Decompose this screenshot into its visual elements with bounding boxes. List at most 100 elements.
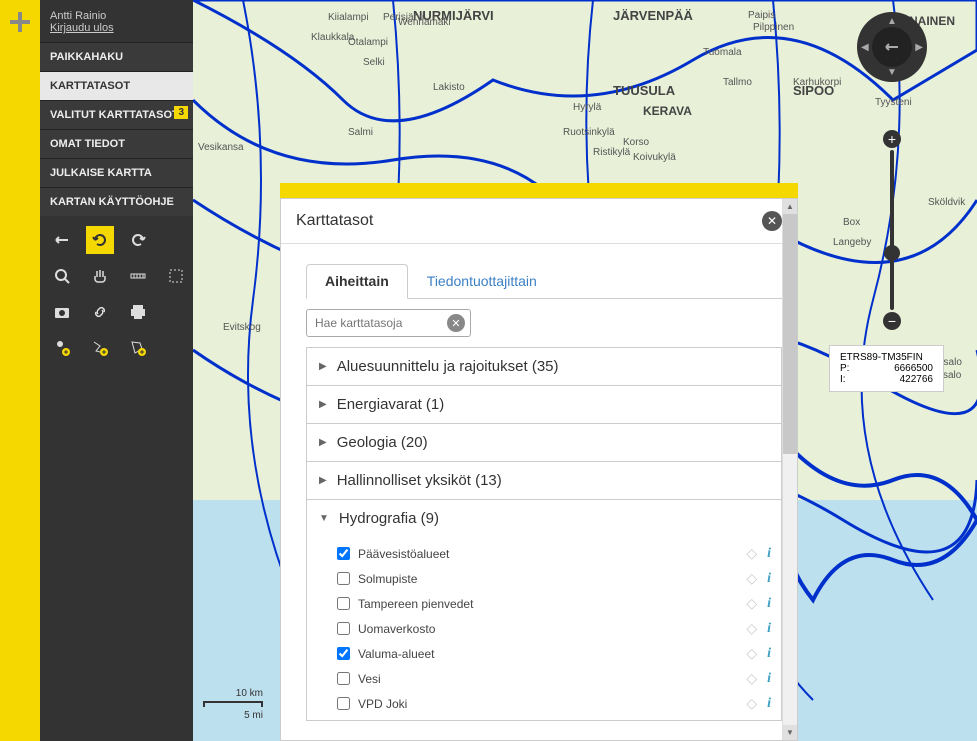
layer-label: VPD Joki (358, 697, 746, 711)
menu-ohje[interactable]: KARTAN KÄYTTÖOHJE (40, 187, 193, 216)
tool-zoom-box[interactable] (48, 262, 76, 290)
scroll-down[interactable]: ▼ (783, 725, 797, 740)
info-icon[interactable]: i (767, 596, 771, 612)
tool-grid (40, 216, 193, 372)
zoom-in-button[interactable]: + (883, 130, 901, 148)
visibility-icon[interactable]: ◇ (746, 620, 757, 637)
svg-text:Tuomala: Tuomala (703, 47, 742, 58)
layer-checkbox[interactable] (337, 622, 350, 635)
svg-text:Vesikansa: Vesikansa (198, 142, 244, 153)
chevron-right-icon: ▶ (319, 361, 327, 372)
visibility-icon[interactable]: ◇ (746, 595, 757, 612)
info-icon[interactable]: i (767, 546, 771, 562)
layer-label: Vesi (358, 672, 746, 686)
menu-valitut-label: VALITUT KARTTATASOT (50, 109, 179, 121)
chevron-right-icon: ▶ (319, 437, 327, 448)
category-label: Aluesuunnittelu ja rajoitukset (35) (337, 358, 559, 375)
svg-text:Langeby: Langeby (833, 237, 871, 248)
layer-label: Uomaverkosto (358, 622, 746, 636)
category-header[interactable]: ▶Hallinnolliset yksiköt (13) (307, 462, 781, 499)
visibility-icon[interactable]: ◇ (746, 645, 757, 662)
dialog-tabs: Aiheittain Tiedontuottajittain (306, 264, 782, 299)
pan-up[interactable]: ▲ (887, 16, 897, 27)
svg-text:Klaukkala: Klaukkala (311, 32, 355, 43)
user-info: Antti Rainio Kirjaudu ulos (40, 0, 193, 42)
category-header[interactable]: ▶ Aluesuunnittelu ja rajoitukset (35) (307, 348, 781, 385)
menu-paikkahaku[interactable]: PAIKKAHAKU (40, 42, 193, 71)
category-label: Hallinnolliset yksiköt (13) (337, 472, 502, 489)
pan-right[interactable]: ▶ (915, 42, 923, 53)
layer-checkbox[interactable] (337, 697, 350, 710)
layer-checkbox[interactable] (337, 672, 350, 685)
tool-print[interactable] (124, 298, 152, 326)
tool-add-area[interactable] (124, 334, 152, 362)
layers-dialog: Karttatasot ✕ Aiheittain Tiedontuottajit… (280, 198, 798, 741)
menu-karttatasot[interactable]: KARTTATASOT (40, 71, 193, 100)
tool-measure[interactable] (124, 262, 152, 290)
layer-checkbox[interactable] (337, 597, 350, 610)
svg-text:Paipis: Paipis (748, 10, 775, 21)
pan-left[interactable]: ◀ (861, 42, 869, 53)
svg-text:Koivukylä: Koivukylä (633, 152, 676, 163)
info-icon[interactable]: i (767, 571, 771, 587)
menu-omat[interactable]: OMAT TIEDOT (40, 129, 193, 158)
tab-provider[interactable]: Tiedontuottajittain (408, 264, 556, 298)
dialog-title: Karttatasot (296, 212, 373, 230)
app-logo-icon (10, 12, 30, 32)
clear-search-icon[interactable]: ✕ (447, 314, 465, 332)
tool-pan[interactable] (86, 262, 114, 290)
tool-link[interactable] (86, 298, 114, 326)
chevron-right-icon: ▶ (319, 399, 327, 410)
layer-item: VPD Joki◇ i (337, 691, 781, 716)
visibility-icon[interactable]: ◇ (746, 670, 757, 687)
info-icon[interactable]: i (767, 646, 771, 662)
tool-camera[interactable] (48, 298, 76, 326)
close-icon[interactable]: ✕ (762, 211, 782, 231)
svg-text:Wennamäki: Wennamäki (398, 17, 451, 28)
menu-valitut[interactable]: VALITUT KARTTATASOT 3 (40, 100, 193, 129)
zoom-slider-handle[interactable] (884, 245, 900, 261)
category-label: Energiavarat (1) (337, 396, 445, 413)
tool-undo[interactable] (86, 226, 114, 254)
svg-text:Ristikylä: Ristikylä (593, 147, 631, 158)
tab-theme[interactable]: Aiheittain (306, 264, 408, 299)
tool-redo[interactable] (124, 226, 152, 254)
layer-checkbox[interactable] (337, 547, 350, 560)
category-header[interactable]: ▶ Energiavarat (1) (307, 386, 781, 423)
svg-text:Kiialampi: Kiialampi (328, 12, 369, 23)
svg-text:KERAVA: KERAVA (643, 104, 692, 118)
tool-reset-view[interactable] (48, 226, 76, 254)
scroll-thumb[interactable] (783, 214, 797, 454)
coordinate-display: ETRS89-TM35FIN P:6666500 I:422766 (829, 345, 944, 392)
tool-select[interactable] (162, 262, 190, 290)
chevron-down-icon: ▼ (319, 513, 329, 524)
svg-text:Tallmo: Tallmo (723, 77, 752, 88)
logout-link[interactable]: Kirjaudu ulos (50, 22, 114, 34)
dialog-scrollbar[interactable]: ▲ ▼ (782, 199, 797, 740)
svg-text:Pilppinen: Pilppinen (753, 22, 794, 33)
visibility-icon[interactable]: ◇ (746, 545, 757, 562)
visibility-icon[interactable]: ◇ (746, 695, 757, 712)
category-label: Geologia (20) (337, 434, 428, 451)
layer-checkbox[interactable] (337, 647, 350, 660)
menu-julkaise[interactable]: JULKAISE KARTTA (40, 158, 193, 187)
info-icon[interactable]: i (767, 621, 771, 637)
info-icon[interactable]: i (767, 696, 771, 712)
scale-bar: 10 km 5 mi (203, 688, 263, 721)
pan-down[interactable]: ▼ (887, 67, 897, 78)
layer-label: Tampereen pienvedet (358, 597, 746, 611)
layer-checkbox[interactable] (337, 572, 350, 585)
category-header[interactable]: ▼Hydrografia (9) (307, 500, 781, 537)
tool-add-point[interactable] (48, 334, 76, 362)
pan-reset[interactable] (872, 27, 912, 67)
visibility-icon[interactable]: ◇ (746, 570, 757, 587)
layer-item: Vesi◇ i (337, 666, 781, 691)
category-header[interactable]: ▶ Geologia (20) (307, 424, 781, 461)
info-icon[interactable]: i (767, 671, 771, 687)
svg-text:Salmi: Salmi (348, 127, 373, 138)
zoom-out-button[interactable]: − (883, 312, 901, 330)
scroll-up[interactable]: ▲ (783, 199, 797, 214)
tool-add-line[interactable] (86, 334, 114, 362)
svg-text:Sköldvik: Sköldvik (928, 197, 966, 208)
zoom-slider[interactable] (890, 150, 894, 310)
